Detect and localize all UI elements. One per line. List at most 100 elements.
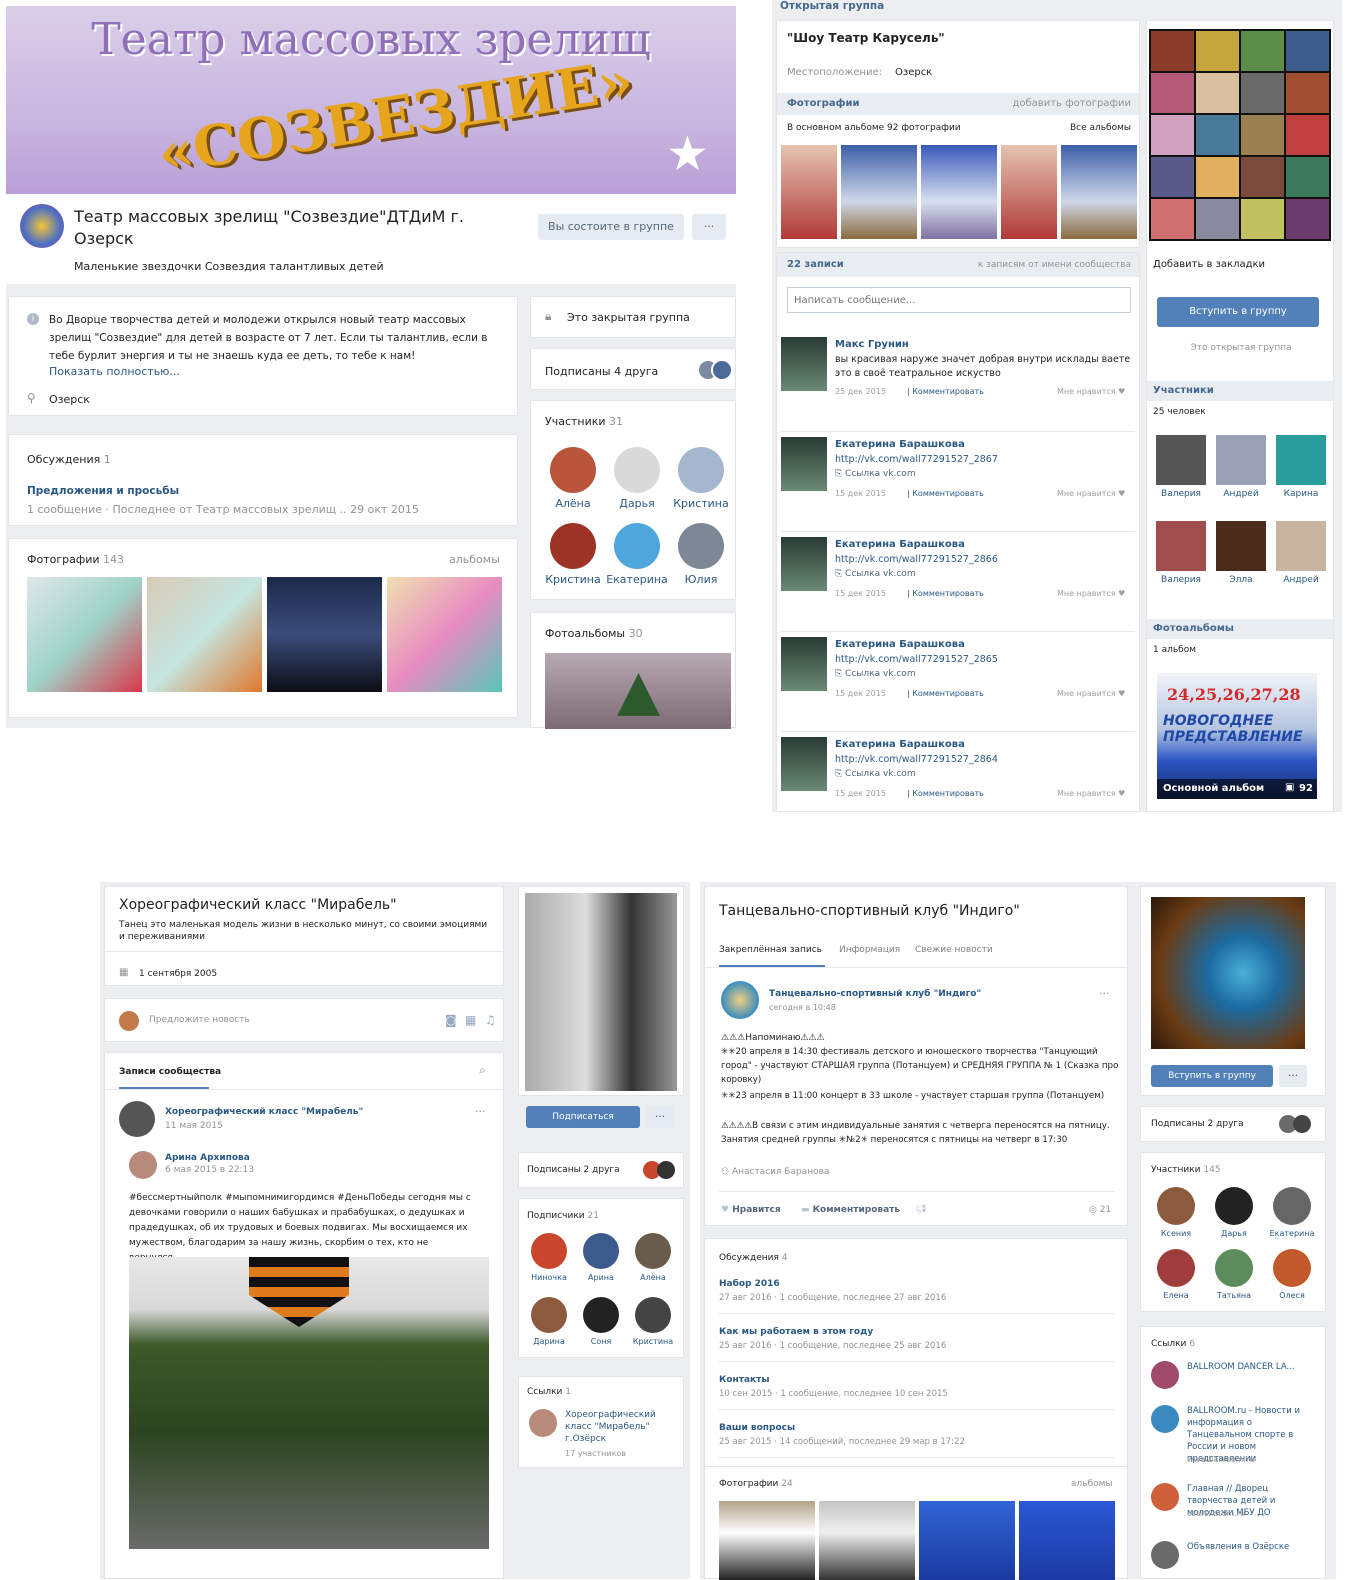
post-photo[interactable] [129,1257,489,1549]
tab-3[interactable]: Свежие новости [915,945,993,955]
bookmark-link[interactable]: Добавить в закладки [1153,259,1265,270]
post-text[interactable]: http://vk.com/wall77291527_2864 [835,753,1131,767]
search-icon[interactable]: ⌕ [479,1063,486,1078]
member-name[interactable]: Дарья [1205,1229,1263,1238]
topic-title[interactable]: Контакты [719,1375,770,1385]
link-title[interactable]: BALLROOM DANCER LA... [1187,1361,1317,1373]
member-name[interactable]: Валерия [1151,575,1211,585]
friends-block[interactable]: Подписаны 4 друга [530,348,736,390]
post-author[interactable]: Екатерина Барашкова [835,539,965,550]
like-button[interactable]: Мне нравится ♥ [1057,589,1125,598]
cover-photo[interactable] [1151,897,1305,1049]
member-name[interactable]: Дарья [605,497,669,510]
post-author[interactable]: Хореографический класс "Мирабель" [165,1107,363,1117]
more-button[interactable]: ··· [1279,1065,1307,1087]
comment-button[interactable]: ▬ Комментировать [801,1205,900,1215]
member-name[interactable]: Валерия [1151,489,1211,499]
photo-thumb[interactable] [267,577,382,692]
member-status-button[interactable]: Вы состоите в группе [538,214,684,240]
albums-link[interactable]: альбомы [449,553,500,566]
photo-thumb[interactable] [147,577,262,692]
music-icon[interactable]: ♫ [485,1013,496,1027]
video-icon[interactable]: ▦ [465,1013,476,1027]
post-link[interactable]: ⎘ Ссылка vk.com [835,469,916,479]
link-title[interactable]: Объявления в Озёрске [1187,1541,1317,1553]
post-author[interactable]: Екатерина Барашкова [835,739,965,750]
member-avatar[interactable] [678,523,724,569]
member-avatar[interactable] [1215,1187,1253,1225]
share-icon[interactable]: 📢︎ [915,1205,926,1215]
show-full-link[interactable]: Показать полностью... [49,365,180,378]
photo-thumb[interactable] [841,145,917,239]
member-name[interactable]: Екатерина [605,573,669,586]
member-name[interactable]: Ниночка [523,1273,575,1282]
like-button[interactable]: Мне нравится ♥ [1057,789,1125,798]
photo-thumb[interactable] [781,145,837,239]
member-avatar[interactable] [1156,435,1206,485]
post-author[interactable]: Екатерина Барашкова [835,639,965,650]
join-button[interactable]: Вступить в группу [1151,1065,1273,1087]
post-link[interactable]: ⎘ Ссылка vk.com [835,769,916,779]
album-cover[interactable]: ▲ [545,653,731,729]
post-avatar[interactable] [781,637,827,691]
member-avatar[interactable] [583,1297,619,1333]
member-name[interactable]: Арина [575,1273,627,1282]
member-name[interactable]: Соня [575,1337,627,1346]
comment-link[interactable]: | Комментировать [907,789,984,798]
member-avatar[interactable] [583,1233,619,1269]
member-name[interactable]: Ксения [1147,1229,1205,1238]
cover-photo[interactable] [518,886,684,1096]
like-button[interactable]: Мне нравится ♥ [1057,387,1125,396]
tab-2[interactable]: Информация [839,945,900,955]
member-avatar[interactable] [1273,1249,1311,1287]
member-avatar[interactable] [1216,521,1266,571]
like-button[interactable]: ♥ Нравится [721,1205,781,1215]
member-name[interactable]: Алёна [541,497,605,510]
member-avatar[interactable] [550,447,596,493]
all-albums-link[interactable]: Все альбомы [1070,123,1131,133]
member-name[interactable]: Андрей [1211,489,1271,499]
post-avatar[interactable] [781,537,827,591]
topic-title[interactable]: Набор 2016 [719,1279,780,1289]
post-author[interactable]: Танцевально-спортивный клуб "Индиго" [769,989,981,999]
member-name[interactable]: Кристина [669,497,733,510]
more-button[interactable]: ··· [646,1106,674,1128]
photo-thumb[interactable] [387,577,502,692]
post-text[interactable]: http://vk.com/wall77291527_2865 [835,653,1131,667]
member-avatar[interactable] [531,1297,567,1333]
repost-author[interactable]: Арина Архипова [165,1153,250,1163]
more-button[interactable]: ··· [692,214,726,240]
post-avatar[interactable] [781,737,827,791]
member-avatar[interactable] [1157,1187,1195,1225]
post-more-button[interactable]: ··· [1099,987,1110,1000]
member-avatar[interactable] [1216,435,1266,485]
member-name[interactable]: Элла [1211,575,1271,585]
member-avatar[interactable] [1276,435,1326,485]
signer-name[interactable]: Анастасия Баранова [732,1167,829,1177]
post-input[interactable] [787,287,1131,313]
post-author[interactable]: Екатерина Барашкова [835,439,965,450]
member-name[interactable]: Кристина [541,573,605,586]
member-name[interactable]: Екатерина [1263,1229,1321,1238]
member-avatar[interactable] [678,447,724,493]
post-link[interactable]: ⎘ Ссылка vk.com [835,669,916,679]
group-avatar-collage[interactable] [1149,29,1331,241]
photo-thumb[interactable] [1001,145,1057,239]
subscribe-button[interactable]: Подписаться [526,1106,640,1128]
post-author[interactable]: Макс Грунин [835,339,909,350]
posts-filter[interactable]: к записям от имени сообщества [978,260,1131,270]
post-avatar[interactable] [781,437,827,491]
photo-thumb[interactable] [1019,1501,1115,1580]
member-avatar[interactable] [531,1233,567,1269]
member-name[interactable]: Дарина [523,1337,575,1346]
member-avatar[interactable] [1156,521,1206,571]
member-name[interactable]: Елена [1147,1291,1205,1300]
topic-title[interactable]: Ваши вопросы [719,1423,795,1433]
member-avatar[interactable] [550,523,596,569]
member-name[interactable]: Юлия [669,573,733,586]
post-avatar[interactable] [119,1101,155,1137]
topic-title[interactable]: Как мы работаем в этом году [719,1327,873,1337]
comment-link[interactable]: | Комментировать [907,489,984,498]
link-title[interactable]: Хореографический класс "Мирабель" г.Озёр… [565,1409,675,1445]
post-text[interactable]: http://vk.com/wall77291527_2867 [835,453,1131,467]
